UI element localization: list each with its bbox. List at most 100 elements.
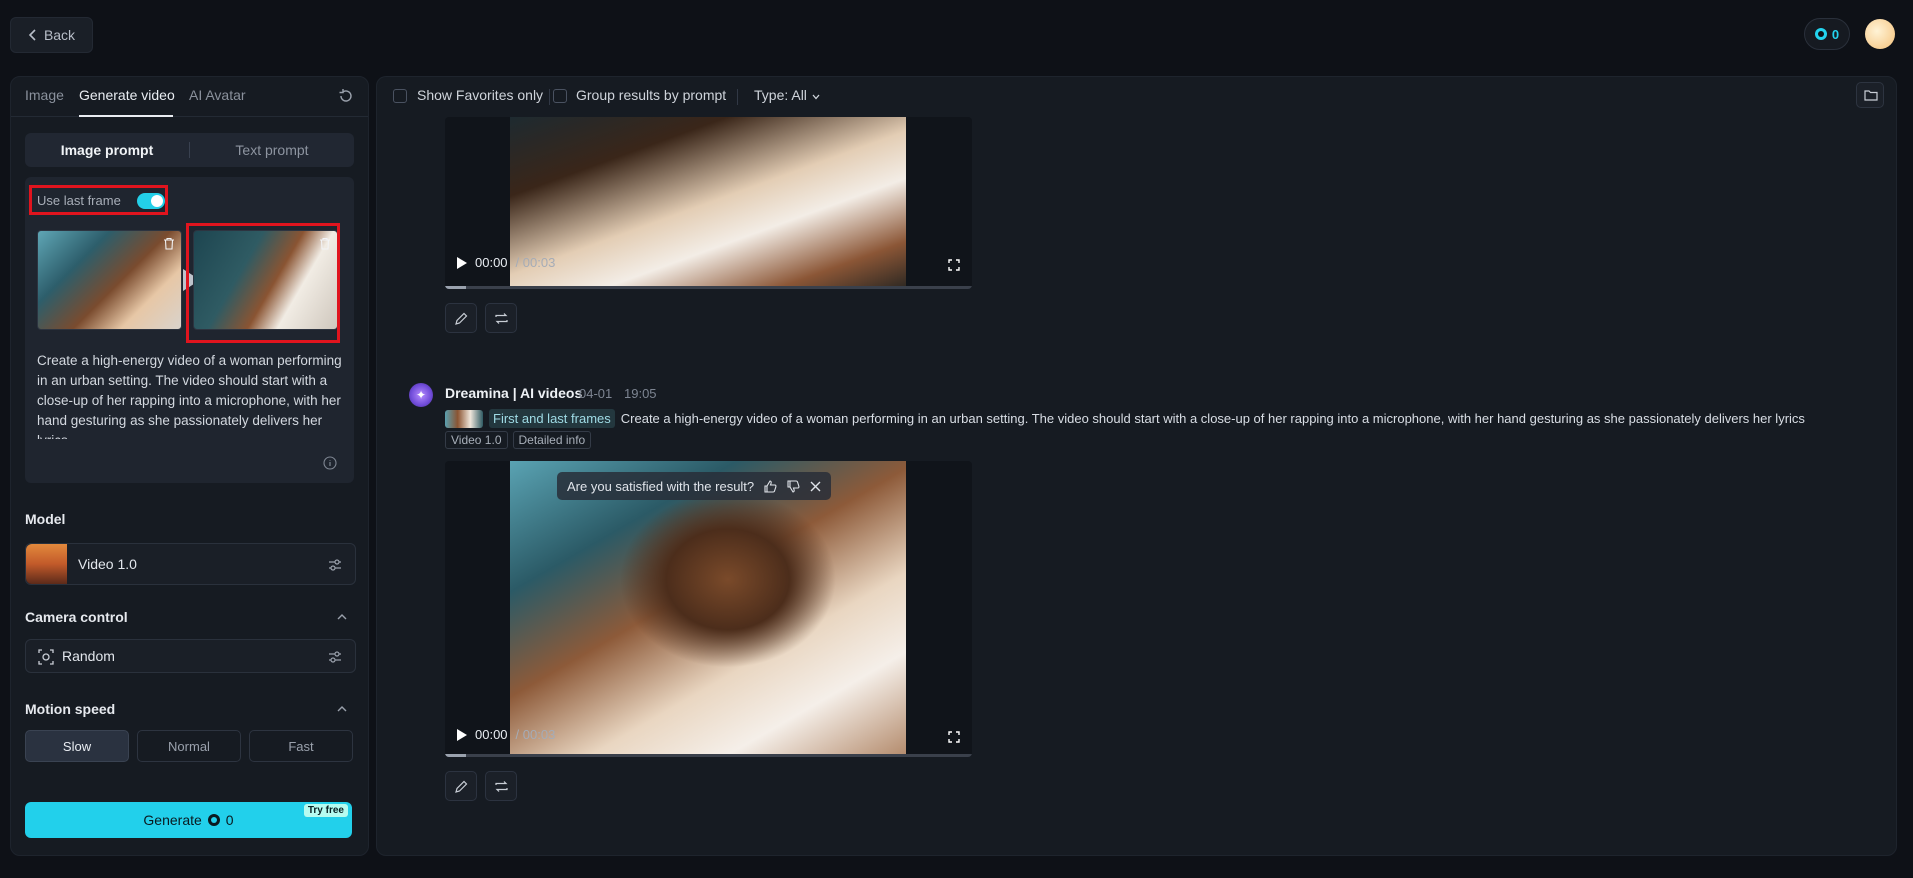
speed-slow-button[interactable]: Slow [25, 730, 129, 762]
favorites-label[interactable]: Show Favorites only [417, 87, 543, 103]
generation-time: 19:05 [624, 386, 657, 401]
folder-icon [1864, 90, 1878, 101]
video-player[interactable]: 00:00 / 00:03 [445, 117, 972, 289]
filter-bar: Show Favorites only Group results by pro… [377, 77, 1896, 117]
chevron-down-icon[interactable] [811, 92, 821, 102]
feedback-question: Are you satisfied with the result? [567, 478, 755, 494]
highlight-outline [186, 223, 340, 343]
regenerate-button[interactable] [485, 303, 517, 333]
repeat-icon [495, 313, 508, 324]
progress-fill [445, 754, 467, 757]
model-thumbnail [26, 544, 67, 584]
generation-date: 04-01 [579, 386, 613, 401]
progress-fill [445, 286, 467, 289]
video-frame [510, 461, 906, 757]
info-icon[interactable] [323, 456, 337, 470]
video-progress[interactable] [445, 286, 972, 289]
video-frame [510, 117, 906, 289]
model-section-title: Model [25, 511, 66, 527]
model-select[interactable]: Video 1.0 [25, 543, 356, 585]
mode-tabs: Image Generate video AI Avatar [11, 77, 368, 117]
left-panel: Image Generate video AI Avatar Image pro… [10, 76, 369, 856]
prompt-textarea[interactable]: Create a high-energy video of a woman pe… [37, 351, 342, 439]
first-frame-thumbnail[interactable] [37, 230, 182, 330]
motion-section-title: Motion speed [25, 701, 116, 717]
generation-prompt: First and last frames Create a high-ener… [445, 409, 1805, 428]
edit-button[interactable] [445, 771, 477, 801]
type-filter[interactable]: Type: All [754, 87, 807, 103]
image-prompt-button[interactable]: Image prompt [25, 133, 189, 167]
dreamina-avatar: ✦ [409, 383, 433, 407]
pencil-icon [455, 312, 468, 325]
thumbs-up-icon[interactable] [764, 479, 777, 493]
text-prompt-button[interactable]: Text prompt [190, 133, 354, 167]
sliders-icon[interactable] [327, 557, 343, 573]
fullscreen-icon[interactable] [948, 731, 960, 743]
repeat-icon [495, 781, 508, 792]
frames-tag: First and last frames [489, 409, 615, 428]
video-total-time: / 00:03 [515, 727, 556, 742]
image-prompt-box: Use last frame Create a high-energy vide… [25, 177, 354, 483]
generator-name: Dreamina | AI videos [445, 385, 583, 401]
credits-pill[interactable]: 0 [1804, 18, 1850, 50]
divider [549, 89, 550, 105]
close-icon[interactable] [810, 481, 821, 492]
video-controls: 00:00 / 00:03 [457, 727, 555, 742]
video-current-time: 00:00 [475, 727, 508, 742]
detailed-info-link[interactable]: Detailed info [512, 431, 592, 449]
sliders-icon[interactable] [327, 649, 343, 665]
chevron-up-icon[interactable] [336, 611, 348, 623]
camera-icon [38, 649, 54, 665]
use-last-frame-toggle[interactable] [137, 193, 165, 209]
try-free-badge: Try free [303, 804, 348, 817]
chevron-up-icon[interactable] [336, 703, 348, 715]
speed-normal-button[interactable]: Normal [137, 730, 241, 762]
camera-select[interactable]: Random [25, 639, 356, 673]
model-tag: Video 1.0 [445, 431, 508, 449]
results-panel: Show Favorites only Group results by pro… [376, 76, 1897, 856]
generate-button[interactable]: Generate 0 Try free [25, 802, 352, 838]
play-icon[interactable] [457, 728, 467, 741]
credit-icon [1814, 28, 1827, 40]
tab-image[interactable]: Image [25, 87, 64, 103]
reset-icon[interactable] [338, 88, 354, 104]
video-progress[interactable] [445, 754, 972, 757]
video-current-time: 00:00 [475, 255, 508, 270]
generation-tags: Video 1.0 Detailed info [445, 431, 592, 449]
play-icon[interactable] [457, 256, 467, 269]
generation-prompt-text: Create a high-energy video of a woman pe… [620, 411, 1805, 426]
favorites-checkbox[interactable] [393, 89, 407, 103]
video-player[interactable]: 00:00 / 00:03 [445, 461, 972, 757]
regenerate-button[interactable] [485, 771, 517, 801]
credit-icon [207, 814, 220, 826]
folder-button[interactable] [1856, 82, 1884, 108]
edit-button[interactable] [445, 303, 477, 333]
fullscreen-icon[interactable] [948, 259, 960, 271]
group-checkbox[interactable] [553, 89, 567, 103]
credits-count: 0 [1831, 26, 1840, 42]
prompt-mode-toggle: Image prompt Text prompt [25, 133, 354, 167]
frames-thumbnail [445, 409, 483, 428]
video-controls: 00:00 / 00:03 [457, 255, 555, 270]
speed-fast-button[interactable]: Fast [249, 730, 353, 762]
tab-generate-video[interactable]: Generate video [79, 87, 175, 103]
active-tab-underline [79, 115, 173, 117]
chevron-left-icon [28, 29, 36, 41]
back-button[interactable]: Back [10, 17, 93, 53]
trash-icon[interactable] [163, 237, 175, 250]
divider [737, 89, 738, 105]
user-avatar[interactable] [1865, 19, 1895, 49]
model-value: Video 1.0 [78, 556, 137, 572]
generate-credits: 0 [225, 812, 234, 828]
feedback-bar: Are you satisfied with the result? [557, 472, 832, 500]
generate-label: Generate [143, 812, 202, 828]
camera-section-title: Camera control [25, 609, 128, 625]
group-label[interactable]: Group results by prompt [576, 87, 726, 103]
camera-value: Random [62, 648, 115, 664]
thumbs-down-icon[interactable] [787, 479, 800, 493]
tab-ai-avatar[interactable]: AI Avatar [189, 87, 246, 103]
video-total-time: / 00:03 [515, 255, 556, 270]
back-label: Back [43, 27, 76, 43]
pencil-icon [455, 780, 468, 793]
use-last-frame-label: Use last frame [37, 193, 121, 208]
